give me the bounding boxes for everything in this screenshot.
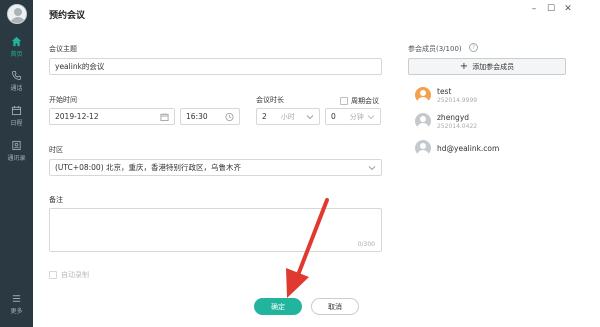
timezone-value: (UTC+08:00) 北京，重庆，香港特别行政区，乌鲁木齐: [55, 163, 242, 172]
sidebar-item-schedule[interactable]: 日程: [0, 105, 33, 127]
timezone-label: 时区: [49, 146, 63, 154]
recurring-checkbox[interactable]: [340, 97, 348, 105]
sidebar-item-home[interactable]: 首页: [0, 36, 33, 58]
add-attendee-button[interactable]: + 添加参会成员: [408, 58, 566, 75]
menu-icon: [12, 295, 21, 302]
member-number: 252014.0422: [437, 123, 478, 130]
maximize-button[interactable]: ☐: [545, 4, 557, 14]
notes-textarea[interactable]: 0/300: [49, 208, 382, 252]
calendar-icon: [11, 105, 22, 116]
auto-record-label: 自动录制: [61, 271, 89, 279]
member-name: test: [437, 87, 452, 96]
duration-hours-value: 2: [262, 112, 267, 121]
member-name: zhengyd: [437, 113, 470, 122]
avatar: [415, 87, 431, 103]
sidebar-item-label: 通讯录: [7, 155, 26, 162]
start-date-picker[interactable]: 2019-12-12: [49, 108, 175, 125]
sidebar-item-label: 通话: [10, 85, 23, 92]
chevron-down-icon: [368, 165, 376, 170]
calendar-icon: [160, 112, 169, 121]
page-title: 预约会议: [49, 11, 86, 21]
duration-minutes-value: 0: [331, 112, 336, 121]
attendees-header: 参会成员(3/100): [408, 45, 462, 53]
avatar: [415, 140, 431, 156]
member-name: hd@yealink.com: [437, 144, 500, 153]
start-time-label: 开始时间: [49, 96, 77, 104]
start-date-value: 2019-12-12: [55, 112, 99, 121]
close-button[interactable]: ✕: [562, 4, 574, 14]
start-time-value: 16:30: [186, 112, 208, 121]
add-attendee-label: 添加参会成员: [472, 62, 515, 71]
cancel-button[interactable]: 取消: [311, 298, 359, 315]
contacts-icon: [12, 140, 21, 151]
duration-hours-select[interactable]: 2 小时: [256, 108, 320, 125]
sidebar-item-more[interactable]: 更多: [0, 293, 33, 315]
notes-label: 备注: [49, 196, 63, 204]
chevron-down-icon: [306, 114, 314, 119]
notes-char-count: 0/300: [357, 241, 375, 248]
sidebar: 首页 通话 日程 通讯录 更多: [0, 0, 33, 327]
user-avatar[interactable]: [7, 4, 27, 24]
help-icon[interactable]: ?: [469, 43, 478, 52]
sidebar-item-contacts[interactable]: 通讯录: [0, 140, 33, 162]
avatar: [415, 113, 431, 129]
auto-record-checkbox[interactable]: [49, 271, 57, 279]
minutes-unit: 分钟: [349, 112, 364, 121]
subject-value: yealink的会议: [55, 62, 105, 71]
hours-unit: 小时: [280, 112, 295, 121]
duration-label: 会议时长: [256, 96, 284, 104]
sidebar-item-label: 首页: [10, 51, 23, 58]
home-icon: [11, 36, 22, 47]
subject-label: 会议主题: [49, 45, 77, 53]
plus-icon: +: [459, 61, 469, 72]
phone-icon: [12, 70, 22, 80]
recurring-label: 周期会议: [351, 97, 379, 105]
clock-icon: [225, 112, 234, 121]
duration-minutes-select[interactable]: 0 分钟: [325, 108, 381, 125]
confirm-button[interactable]: 确定: [254, 298, 302, 315]
sidebar-more-label: 更多: [10, 308, 23, 315]
sidebar-item-calls[interactable]: 通话: [0, 70, 33, 92]
member-number: 252014.9999: [437, 97, 478, 104]
start-time-picker[interactable]: 16:30: [180, 108, 240, 125]
sidebar-item-label: 日程: [10, 120, 23, 127]
chevron-down-icon: [367, 114, 375, 119]
minimize-button[interactable]: –: [528, 4, 540, 14]
subject-input[interactable]: yealink的会议: [49, 58, 382, 75]
timezone-select[interactable]: (UTC+08:00) 北京，重庆，香港特别行政区，乌鲁木齐: [49, 159, 382, 176]
